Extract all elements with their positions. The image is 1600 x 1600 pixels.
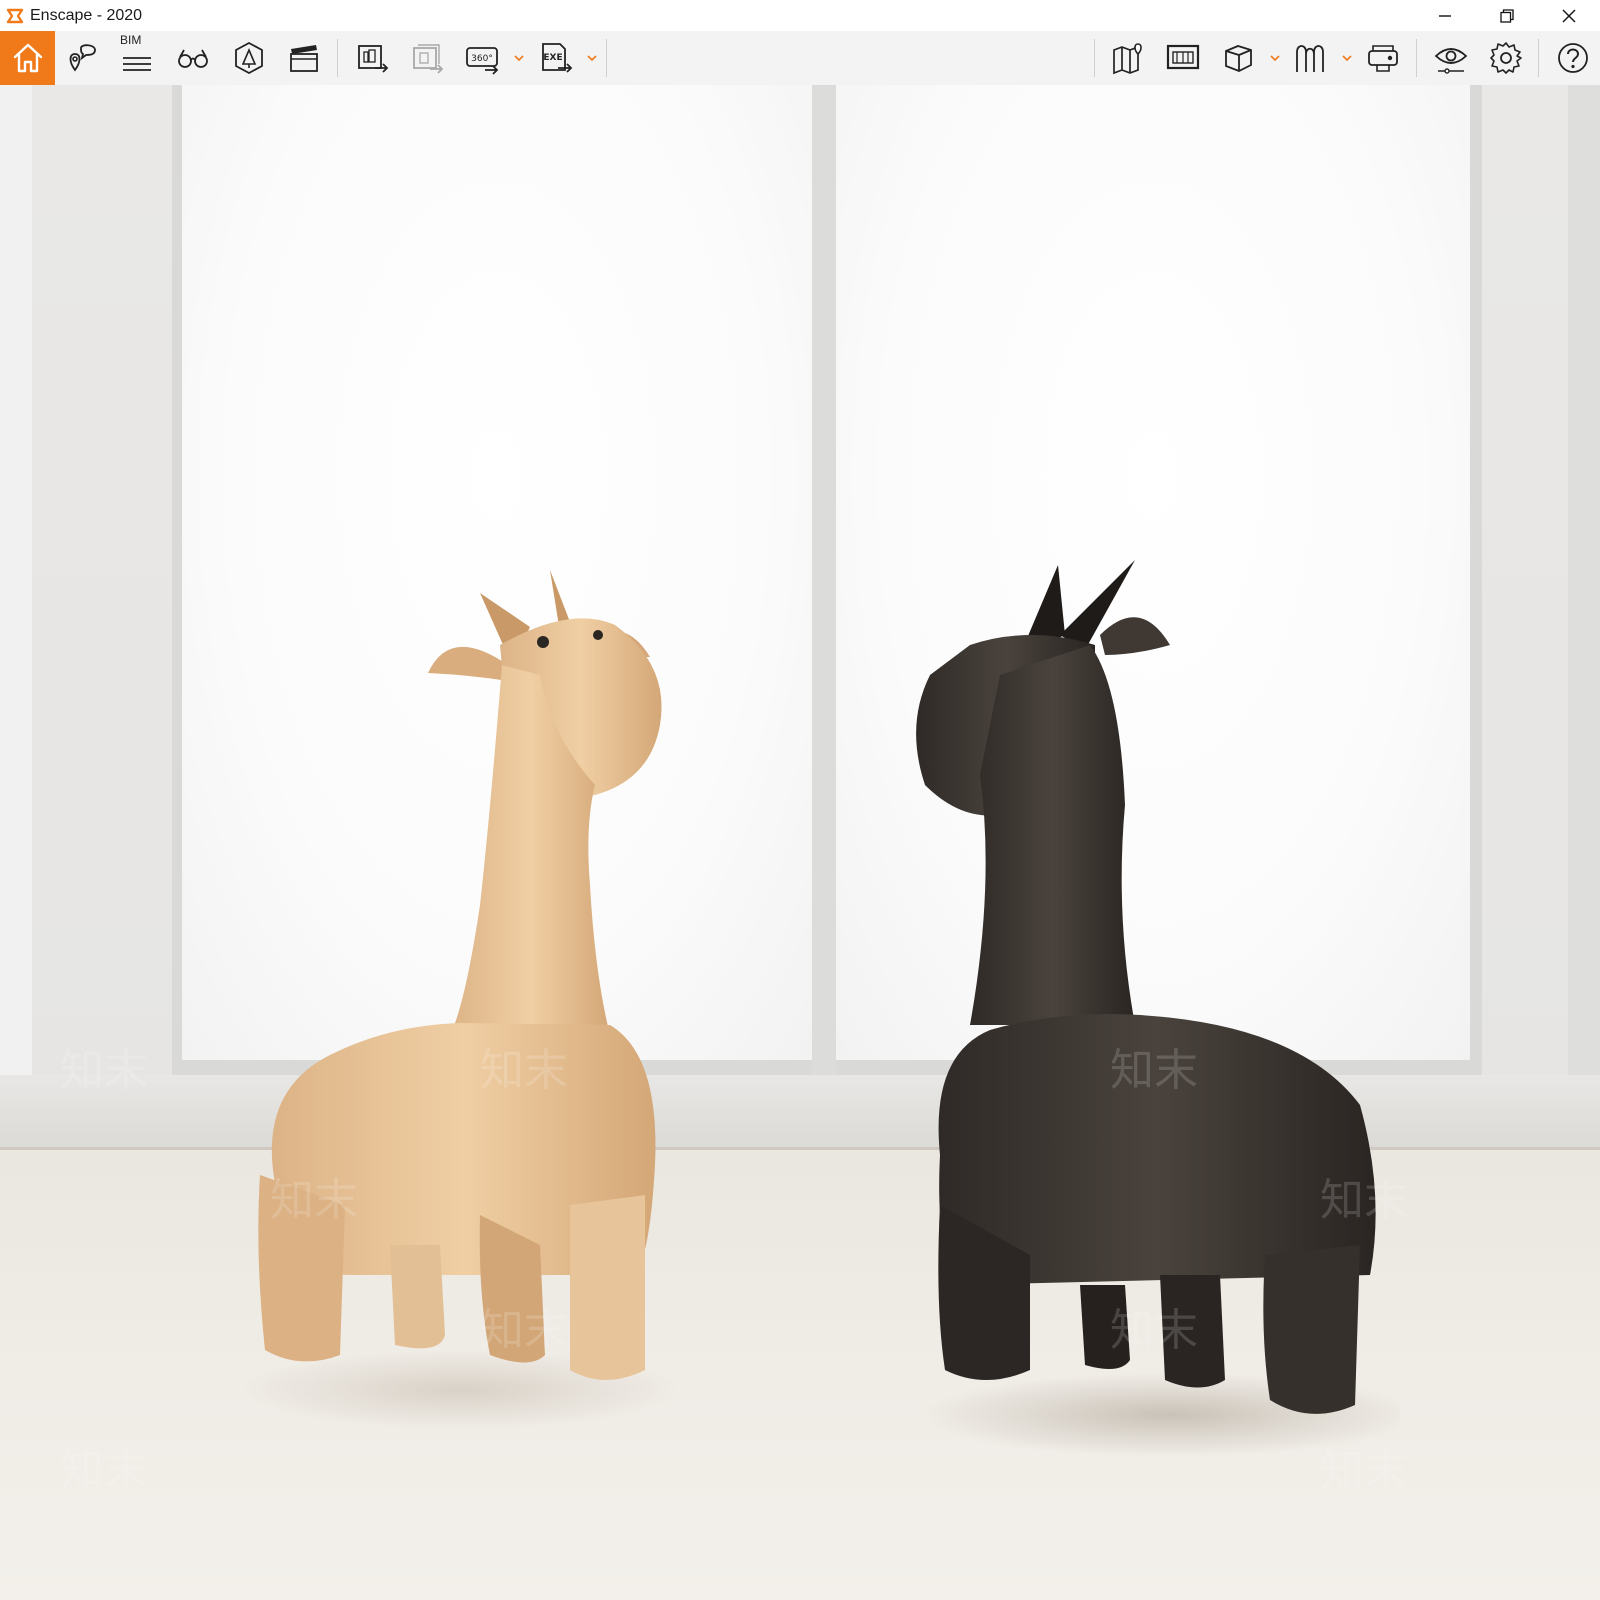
vr-headset-icon <box>1368 45 1398 72</box>
dark-wood-animal-stool <box>916 560 1400 1455</box>
capture-cube-button[interactable] <box>1215 35 1261 81</box>
render-viewport[interactable]: 知末 知末 知末 知末 知末 知末 知末 知末 知末 <box>0 85 1600 1600</box>
collaborative-annotation-button[interactable] <box>1160 35 1206 81</box>
enscape-toolbar: BIM 360° EXE <box>0 31 1600 111</box>
panorama-export-button[interactable]: 360° <box>460 35 506 81</box>
right-wall <box>1568 85 1600 1185</box>
minimize-button[interactable] <box>1414 0 1476 31</box>
close-button[interactable] <box>1538 0 1600 31</box>
exe-export-button[interactable]: EXE <box>533 35 579 81</box>
toolbar-divider <box>1538 39 1539 77</box>
panorama-label: 360° <box>471 54 493 64</box>
exe-export-icon: EXE <box>542 43 573 73</box>
exe-dropdown-button[interactable] <box>585 51 599 65</box>
video-editor-button[interactable] <box>281 35 327 81</box>
visual-settings-button[interactable] <box>1428 35 1474 81</box>
left-wall <box>0 85 32 1185</box>
material-editor-dropdown-button[interactable] <box>1340 51 1354 65</box>
capture-cube-icon <box>1225 45 1252 72</box>
restore-icon <box>1500 8 1514 23</box>
asset-library-icon <box>235 41 263 75</box>
bim-info-button[interactable]: BIM <box>114 33 160 81</box>
visual-settings-icon <box>1434 48 1468 74</box>
close-icon <box>1562 9 1576 22</box>
general-settings-button[interactable] <box>1483 35 1529 81</box>
views-button[interactable] <box>60 35 106 81</box>
help-icon <box>1558 43 1588 73</box>
batch-render-icon <box>413 44 444 74</box>
toolbar-divider <box>606 39 607 77</box>
chevron-down-icon <box>1270 54 1280 61</box>
toolbar-divider <box>337 39 338 77</box>
walk-mode-button[interactable] <box>170 35 216 81</box>
collaborative-annotation-icon <box>1166 44 1200 70</box>
chevron-down-icon <box>1342 54 1352 61</box>
window-title: Enscape - 2020 <box>30 6 143 24</box>
screenshot-export-icon <box>358 45 389 73</box>
asset-library-button[interactable] <box>226 35 272 81</box>
map-button[interactable] <box>1105 35 1151 81</box>
chevron-down-icon <box>514 54 524 61</box>
help-button[interactable] <box>1550 35 1596 81</box>
home-icon <box>13 43 42 73</box>
bim-label: BIM <box>120 33 142 47</box>
toolbar-divider <box>1094 39 1095 77</box>
exe-label: EXE <box>543 53 562 63</box>
views-icon <box>69 44 96 72</box>
title-bar: Enscape - 2020 <box>0 0 1600 31</box>
material-editor-icon <box>1296 45 1324 72</box>
batch-render-button[interactable] <box>405 35 451 81</box>
panorama-export-icon: 360° <box>466 47 499 75</box>
screenshot-export-button[interactable] <box>350 35 396 81</box>
enscape-logo-icon <box>6 7 24 25</box>
restore-button[interactable] <box>1476 0 1538 31</box>
vr-headset-button[interactable] <box>1360 35 1406 81</box>
map-icon <box>1113 43 1142 75</box>
window-mullion <box>812 85 836 1075</box>
panorama-dropdown-button[interactable] <box>512 51 526 65</box>
material-editor-button[interactable] <box>1287 35 1333 81</box>
video-editor-icon <box>290 45 318 72</box>
home-button[interactable] <box>0 31 55 85</box>
chevron-down-icon <box>587 54 597 61</box>
toolbar-divider <box>1416 39 1417 77</box>
capture-cube-dropdown-button[interactable] <box>1268 51 1282 65</box>
minimize-icon <box>1439 14 1451 17</box>
general-settings-icon <box>1490 42 1522 74</box>
light-wood-animal-stool <box>240 570 680 1430</box>
walk-mode-icon <box>178 49 208 68</box>
